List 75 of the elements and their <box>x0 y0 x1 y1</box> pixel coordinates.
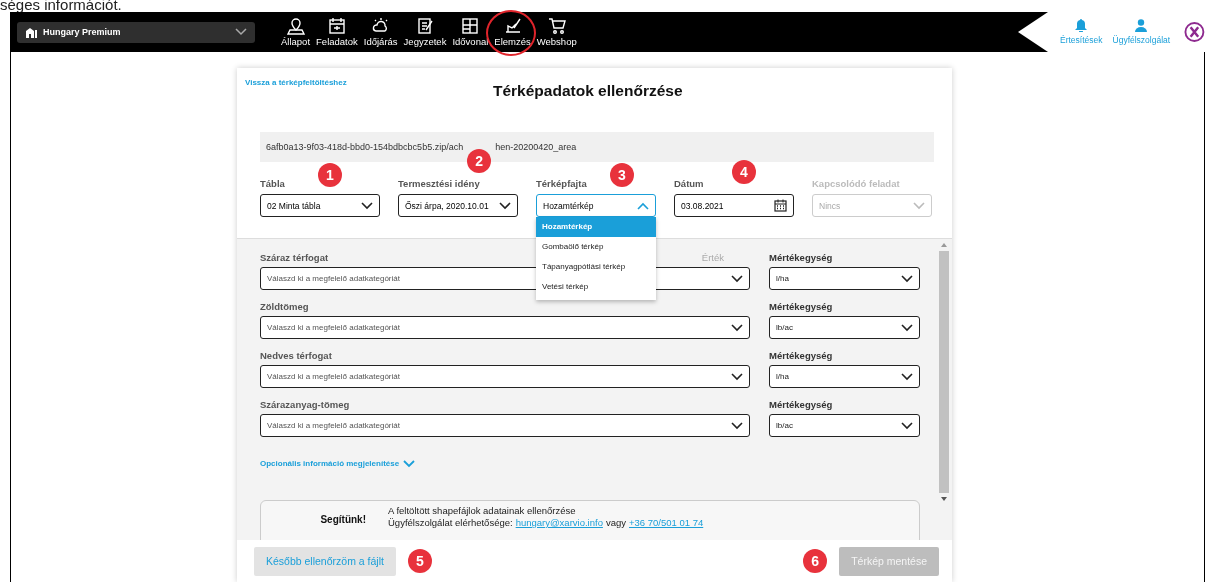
field-label: Tábla <box>260 178 286 189</box>
person-icon <box>1135 19 1148 32</box>
field-label: Mértékegység <box>769 300 833 312</box>
dropdown[interactable]: Hozamtérkép <box>536 194 656 217</box>
dropdown[interactable]: 02 Minta tábla <box>260 194 380 217</box>
nav-tab[interactable]: Webshop <box>535 17 578 47</box>
field-label: Száraz térfogat <box>260 251 329 263</box>
chevron-down-icon <box>913 201 925 210</box>
help-text: Ügyfélszolgálat elérhetősége: <box>388 517 513 529</box>
field-label: Dátum <box>674 178 705 189</box>
chevron-down-icon <box>731 421 743 430</box>
field-label: Térképfajta <box>536 178 588 189</box>
dropdown-option[interactable]: Gombaölő térkép <box>536 237 656 257</box>
unit-dropdown[interactable]: lb/ac <box>769 414 920 437</box>
chevron-down-icon <box>499 201 511 210</box>
notepad-icon <box>416 17 434 35</box>
field-label: Termesztési idény <box>398 178 481 189</box>
field-label: Zöldtömeg <box>260 300 309 312</box>
map-pin-icon <box>286 17 305 35</box>
chevron-down-icon <box>901 372 913 381</box>
dropdown[interactable]: Őszi árpa, 2020.10.01 <box>398 194 518 217</box>
chevron-down-icon <box>361 201 373 210</box>
chevron-down-icon <box>731 372 743 381</box>
nav-tab[interactable]: Jegyzetek <box>402 17 448 47</box>
step-number: 1 <box>318 163 342 187</box>
nav-tab[interactable]: Állapot <box>280 17 312 47</box>
bell-icon <box>1075 19 1088 32</box>
field-label: Mértékegység <box>769 398 833 410</box>
date-field[interactable]: 03.08.2021 <box>674 194 794 217</box>
page-title: Térképadatok ellenőrzése <box>493 82 683 100</box>
step-number: 4 <box>732 160 756 184</box>
category-dropdown[interactable]: Válaszd ki a megfelelő adatkategóriát <box>260 365 750 388</box>
help-text: vagy <box>605 517 626 529</box>
nav-tab[interactable]: Feladatok <box>315 17 359 47</box>
cart-icon <box>547 17 566 35</box>
step-number: 6 <box>803 549 828 573</box>
chevron-down-icon <box>901 323 913 332</box>
calendar-icon <box>327 17 346 35</box>
help-title: Segítünk! <box>319 513 367 527</box>
logo-icon <box>1184 21 1205 43</box>
chevron-down-icon <box>403 459 416 468</box>
file-path-text: hen-20200420_area <box>495 142 577 152</box>
unit-dropdown[interactable]: l/ha <box>769 267 920 290</box>
field-label: Mértékegység <box>769 251 833 263</box>
barn-icon <box>25 26 37 38</box>
chevron-down-icon <box>731 323 743 332</box>
step-number: 2 <box>467 149 492 173</box>
chevron-down-icon <box>235 28 247 36</box>
field-label: Nedves térfogat <box>260 349 332 361</box>
grid-icon <box>461 17 480 35</box>
unit-dropdown[interactable]: lb/ac <box>769 316 920 339</box>
field-label: Szárazanyag-tömeg <box>260 398 350 410</box>
farm-select[interactable]: Hungary Premium <box>17 21 255 43</box>
sun-cloud-icon <box>371 17 390 35</box>
field-label: Kapcsolódó feladat <box>812 178 901 189</box>
nav-tab[interactable]: Idővonal <box>451 17 490 47</box>
file-path-text: 6afb0a13-9f03-418d-bbd0-154bdbcbc5b5.zip/ach <box>266 142 464 152</box>
column-hint: Érték <box>701 251 724 263</box>
chevron-down-icon <box>901 274 913 283</box>
scroll-down-icon <box>941 497 947 501</box>
chevron-down-icon <box>901 421 913 430</box>
step-number: 3 <box>610 163 634 187</box>
scroll-up-icon <box>941 243 947 247</box>
unit-dropdown[interactable]: l/ha <box>769 365 920 388</box>
nav-tab[interactable]: Elemzés <box>493 17 532 47</box>
category-dropdown[interactable]: Válaszd ki a megfelelő adatkategóriát <box>260 414 750 437</box>
category-dropdown[interactable]: Válaszd ki a megfelelő adatkategóriát <box>260 316 750 339</box>
nav-tab[interactable]: Időjárás <box>362 17 399 47</box>
step-number: 5 <box>407 549 432 573</box>
chart-pencil-icon <box>503 17 522 35</box>
chevron-down-icon <box>731 274 743 283</box>
help-text: A feltöltött shapefájlok adatainak ellenőrzése <box>388 505 577 517</box>
chevron-up-icon <box>637 201 649 210</box>
field-label: Mértékegység <box>769 349 833 361</box>
calendar-icon <box>774 199 787 212</box>
